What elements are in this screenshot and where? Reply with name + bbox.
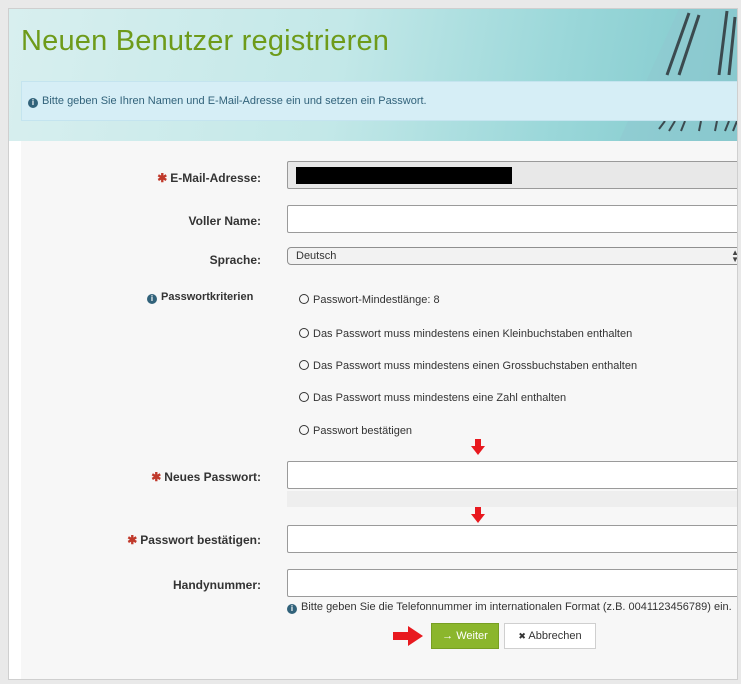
required-icon: ✱ bbox=[151, 470, 162, 484]
info-text: Bitte geben Sie Ihren Namen und E-Mail-A… bbox=[42, 95, 427, 107]
circle-icon bbox=[299, 360, 309, 370]
criterion-item: Passwort bestätigen bbox=[299, 425, 412, 437]
building-graphic bbox=[619, 9, 737, 141]
close-icon: ✖ bbox=[518, 631, 526, 641]
page-frame: Neuen Benutzer registrieren i Bitte geben… bbox=[8, 8, 738, 680]
language-select[interactable]: Deutsch ▲▼ bbox=[287, 247, 737, 265]
confirm-password-label: ✱ Passwort bestätigen: bbox=[127, 533, 261, 547]
new-password-label: ✱ Neues Passwort: bbox=[151, 470, 261, 484]
info-icon: i bbox=[287, 604, 297, 614]
annotation-arrow-right-icon bbox=[393, 626, 423, 646]
info-alert: i Bitte geben Sie Ihren Namen und E-Mail-… bbox=[21, 81, 737, 121]
criterion-item: Das Passwort muss mindestens einen Gross… bbox=[299, 360, 637, 372]
criterion-item: Das Passwort muss mindestens einen Klein… bbox=[299, 328, 632, 340]
cancel-button[interactable]: ✖ Abbrechen bbox=[504, 623, 596, 649]
circle-icon bbox=[299, 328, 309, 338]
info-icon: i bbox=[28, 98, 38, 108]
phone-field[interactable] bbox=[287, 569, 737, 597]
required-icon: ✱ bbox=[157, 171, 168, 185]
language-label: Sprache: bbox=[209, 253, 261, 267]
page-title: Neuen Benutzer registrieren bbox=[21, 25, 390, 57]
confirm-password-field[interactable] bbox=[287, 525, 737, 553]
arrow-right-icon: → bbox=[442, 630, 454, 642]
password-criteria-label: i Passwortkriterien bbox=[147, 291, 253, 304]
email-field[interactable] bbox=[287, 161, 737, 189]
new-password-field[interactable] bbox=[287, 461, 737, 489]
circle-icon bbox=[299, 294, 309, 304]
annotation-arrow-down-icon bbox=[471, 439, 485, 455]
select-arrows-icon: ▲▼ bbox=[731, 249, 737, 264]
registration-form: ✱ E-Mail-Adresse: Voller Name: Sprache: D… bbox=[21, 141, 737, 679]
password-strength-bar bbox=[287, 491, 737, 507]
phone-label: Handynummer: bbox=[172, 578, 261, 592]
next-button[interactable]: → Weiter bbox=[431, 623, 499, 649]
required-icon: ✱ bbox=[127, 533, 138, 547]
language-value: Deutsch bbox=[296, 250, 337, 262]
phone-hint: i Bitte geben Sie die Telefonnummer im in… bbox=[287, 599, 737, 615]
fullname-field[interactable] bbox=[287, 205, 737, 233]
annotation-arrow-down-icon bbox=[471, 507, 485, 523]
email-label: ✱ E-Mail-Adresse: bbox=[157, 171, 261, 185]
circle-icon bbox=[299, 392, 309, 402]
header-banner: Neuen Benutzer registrieren i Bitte geben… bbox=[9, 9, 737, 141]
redacted-email bbox=[296, 167, 512, 184]
criterion-item: Passwort-Mindestlänge: 8 bbox=[299, 294, 440, 306]
circle-icon bbox=[299, 425, 309, 435]
criterion-item: Das Passwort muss mindestens eine Zahl e… bbox=[299, 392, 566, 404]
info-icon: i bbox=[147, 294, 157, 304]
fullname-label: Voller Name: bbox=[188, 214, 261, 228]
